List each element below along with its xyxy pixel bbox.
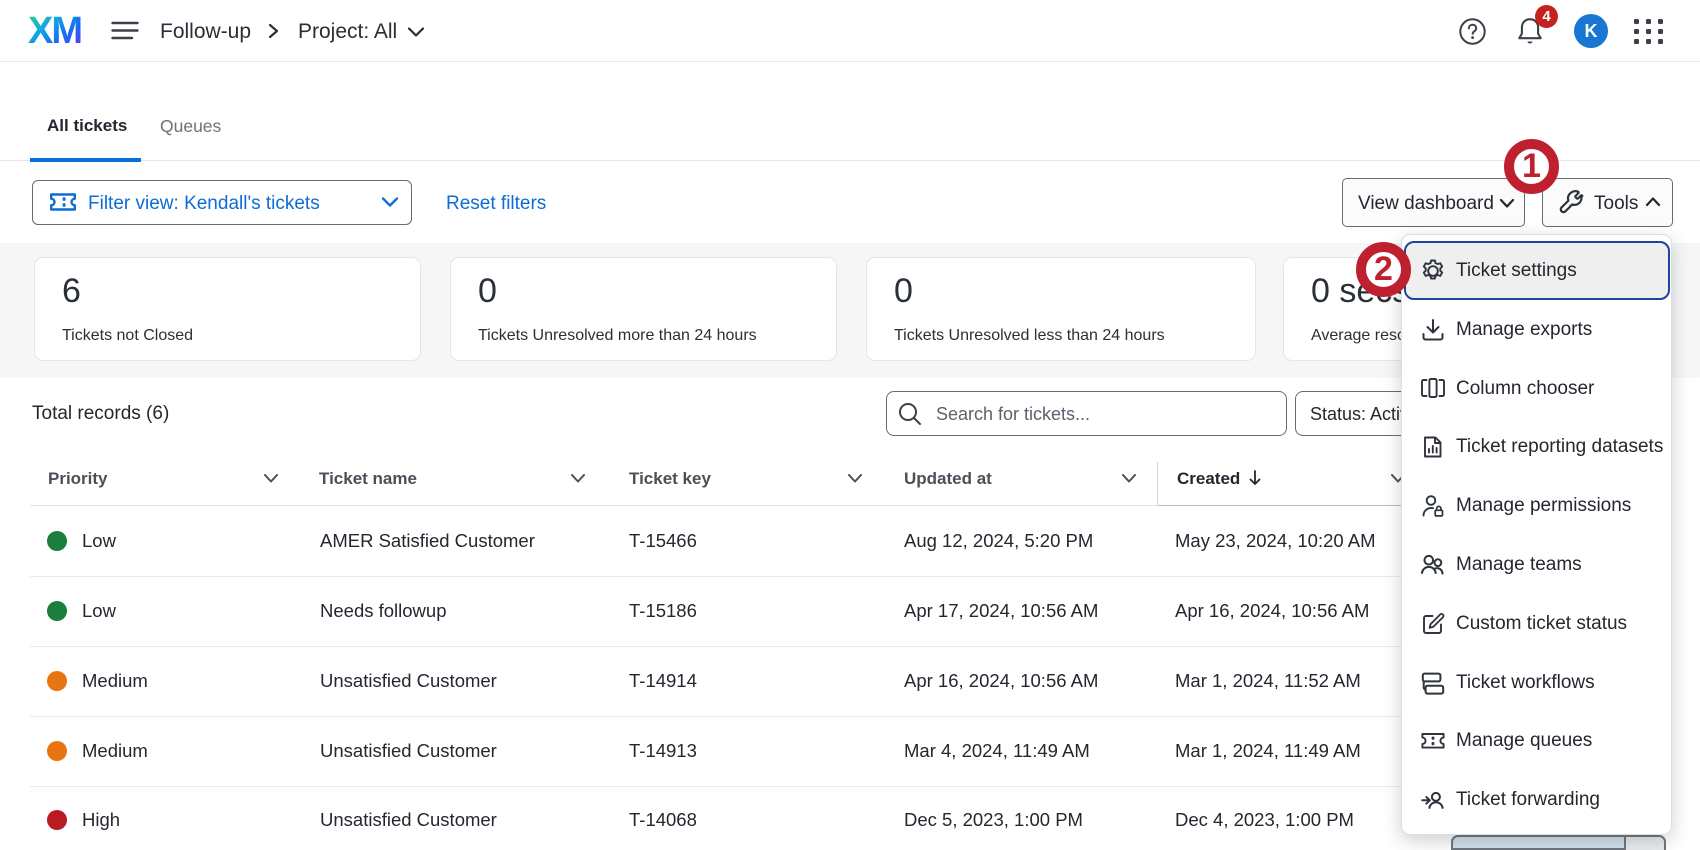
- svg-text:XM: XM: [28, 12, 81, 46]
